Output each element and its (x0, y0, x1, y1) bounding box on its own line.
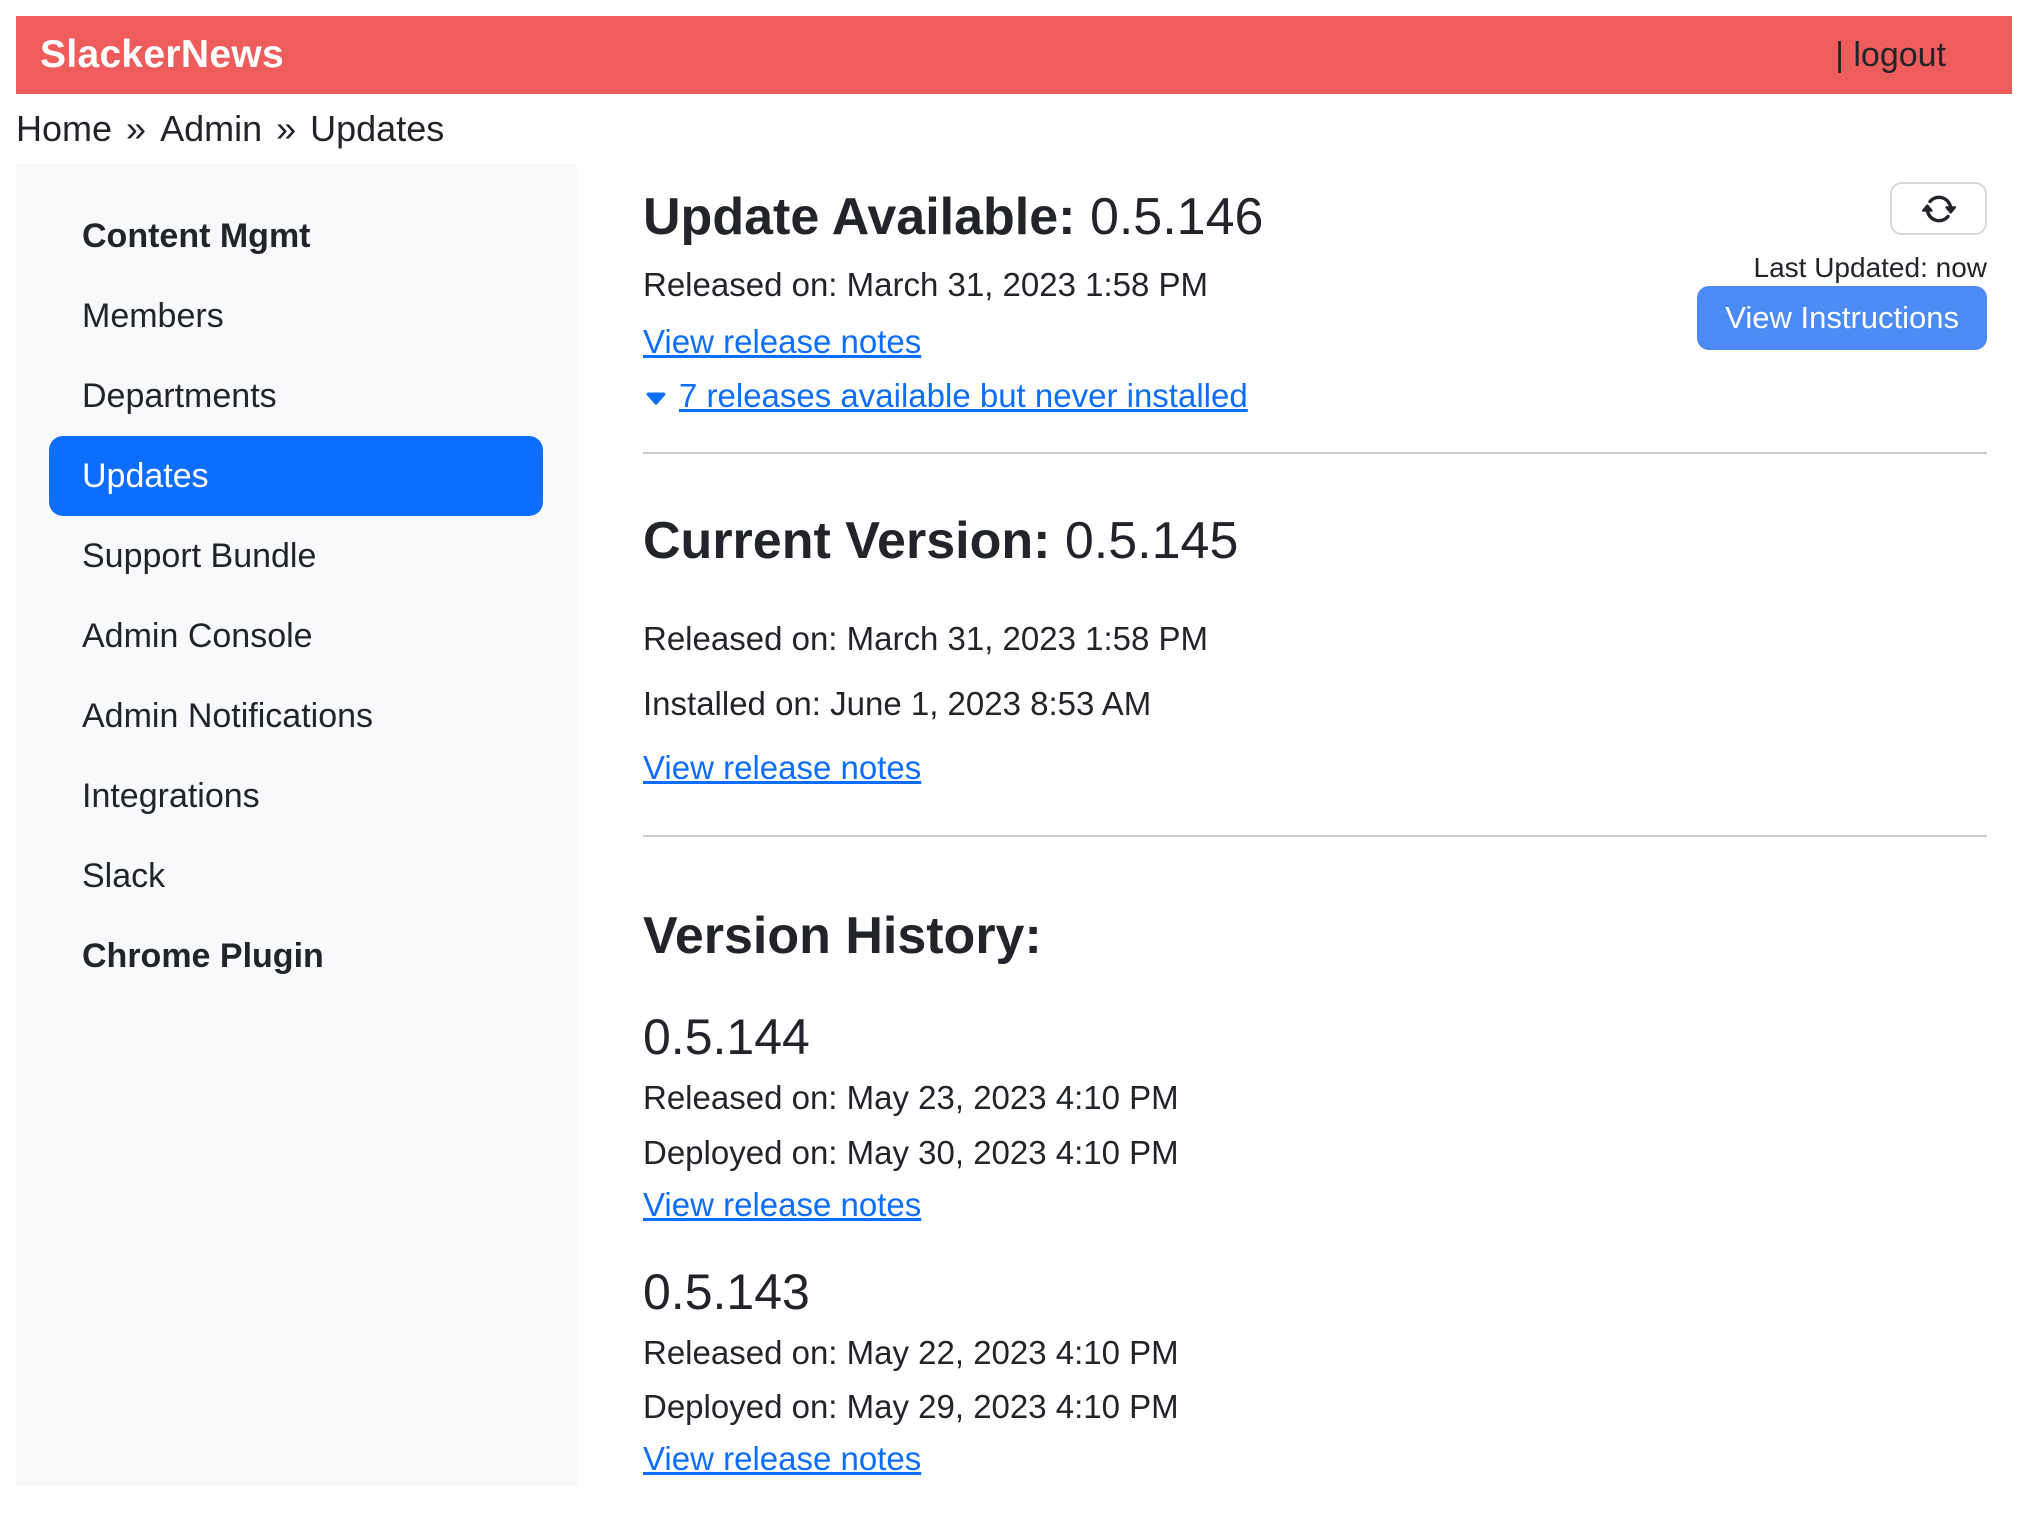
current-version-heading: Current Version: 0.5.145 (643, 510, 1987, 572)
deployed-on-text: Deployed on: May 29, 2023 4:10 PM (643, 1384, 1987, 1430)
update-available-version: 0.5.146 (1090, 188, 1264, 246)
installed-on-text: Installed on: June 1, 2023 8:53 AM (643, 681, 1987, 727)
logout-link[interactable]: | logout (1835, 36, 1946, 75)
breadcrumb-admin[interactable]: Admin (160, 108, 262, 150)
update-available-label: Update Available: (643, 188, 1075, 246)
sidebar-item-support-bundle[interactable]: Support Bundle (49, 516, 543, 596)
view-release-notes-link[interactable]: View release notes (643, 1440, 921, 1477)
page-layout: Content Mgmt Members Departments Updates… (16, 164, 2012, 1487)
released-on-text: Released on: March 31, 2023 1:58 PM (643, 616, 1987, 662)
released-on-text: Released on: May 23, 2023 4:10 PM (643, 1075, 1987, 1121)
sidebar-item-admin-console[interactable]: Admin Console (49, 596, 543, 676)
breadcrumb-home[interactable]: Home (16, 108, 112, 150)
section-divider (643, 835, 1987, 837)
releases-never-installed-link[interactable]: 7 releases available but never installed (643, 373, 1248, 419)
view-release-notes-link[interactable]: View release notes (643, 323, 921, 360)
version-number: 0.5.144 (643, 1007, 1987, 1067)
sidebar-item-updates[interactable]: Updates (49, 436, 543, 516)
section-divider (643, 452, 1987, 454)
version-number: 0.5.143 (643, 1262, 1987, 1322)
sidebar-item-members[interactable]: Members (49, 276, 543, 356)
refresh-icon (1922, 192, 1956, 226)
sidebar: Content Mgmt Members Departments Updates… (16, 164, 577, 1487)
sidebar-item-chrome-plugin[interactable]: Chrome Plugin (49, 916, 543, 996)
main-content: Last Updated: now View Instructions Upda… (577, 164, 2012, 1487)
sidebar-item-slack[interactable]: Slack (49, 836, 543, 916)
app-title: SlackerNews (40, 33, 284, 77)
view-instructions-button[interactable]: View Instructions (1697, 286, 1987, 350)
current-version-label: Current Version: (643, 512, 1050, 570)
version-history-section: Version History: 0.5.144 Released on: Ma… (643, 905, 1987, 1483)
version-history-heading: Version History: (643, 905, 1987, 967)
breadcrumb-separator: » (126, 108, 146, 150)
version-entry: 0.5.144 Released on: May 23, 2023 4:10 P… (643, 1007, 1987, 1228)
update-available-heading: Update Available: 0.5.146 (643, 186, 1987, 248)
caret-down-icon (643, 386, 669, 412)
version-entry: 0.5.143 Released on: May 22, 2023 4:10 P… (643, 1262, 1987, 1483)
app-header: SlackerNews | logout (16, 16, 2012, 94)
sidebar-item-admin-notifications[interactable]: Admin Notifications (49, 676, 543, 756)
refresh-button[interactable] (1890, 182, 1987, 235)
view-release-notes-link[interactable]: View release notes (643, 749, 921, 786)
sidebar-item-integrations[interactable]: Integrations (49, 756, 543, 836)
last-updated-label: Last Updated: now (1754, 252, 1988, 284)
breadcrumb-separator: » (276, 108, 296, 150)
breadcrumb: Home » Admin » Updates (16, 94, 2012, 164)
sidebar-item-content-mgmt[interactable]: Content Mgmt (49, 196, 543, 276)
deployed-on-text: Deployed on: May 30, 2023 4:10 PM (643, 1130, 1987, 1176)
released-on-text: Released on: May 22, 2023 4:10 PM (643, 1330, 1987, 1376)
breadcrumb-current: Updates (310, 108, 444, 150)
view-release-notes-link[interactable]: View release notes (643, 1186, 921, 1223)
current-version-section: Current Version: 0.5.145 Released on: Ma… (643, 510, 1987, 791)
current-version-number: 0.5.145 (1065, 512, 1239, 570)
releases-never-installed-label: 7 releases available but never installed (679, 373, 1248, 419)
sidebar-item-departments[interactable]: Departments (49, 356, 543, 436)
